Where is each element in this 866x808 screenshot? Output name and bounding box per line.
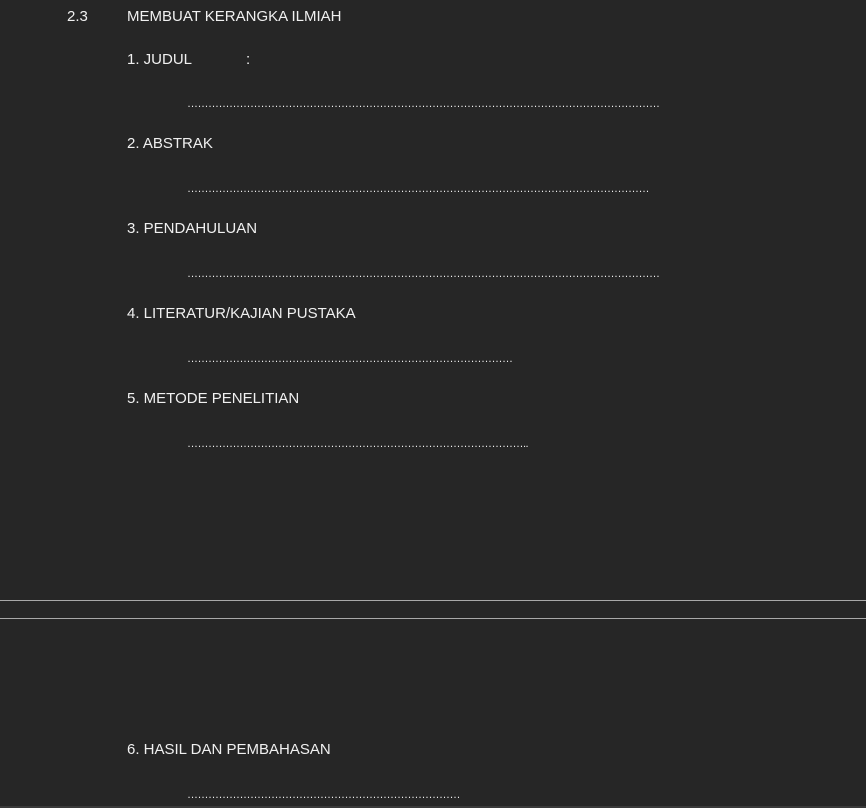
item-4-label: 4. LITERATUR/KAJIAN PUSTAKA [127, 305, 356, 322]
page-break [0, 600, 866, 619]
item-5-placeholder-dots[interactable]: …………………………………………………………………………………….. [187, 437, 564, 451]
document-page-1: 2.3 MEMBUAT KERANGKA ILMIAH 1. JUDUL : …… [0, 0, 866, 600]
item-3-label: 3. PENDAHULUAN [127, 220, 258, 237]
item-2-label: 2. ABSTRAK [127, 135, 213, 152]
item-5-label: 5. METODE PENELITIAN [127, 390, 300, 407]
section-title: MEMBUAT KERANGKA ILMIAH [127, 8, 342, 25]
item-1-placeholder-dots[interactable]: …………………………………………………………………………………………………………… [187, 97, 741, 111]
item-4-placeholder-dots[interactable]: ………………………………………………………………………………… [187, 352, 547, 366]
item-1-colon: : [246, 51, 251, 68]
item-6-placeholder-dots[interactable]: …………………………………………………………………… [187, 788, 491, 802]
section-number: 2.3 [67, 8, 88, 25]
item-1-label: 1. JUDUL [127, 51, 193, 68]
item-6-label: 6. HASIL DAN PEMBAHASAN [127, 741, 331, 758]
item-2-placeholder-dots[interactable]: …………………………………………………………………………………………………………… [187, 182, 707, 196]
document-page-2: 6. HASIL DAN PEMBAHASAN …………………………………………… [0, 619, 866, 808]
item-3-placeholder-dots[interactable]: …………………………………………………………………………………………………………… [187, 267, 724, 281]
